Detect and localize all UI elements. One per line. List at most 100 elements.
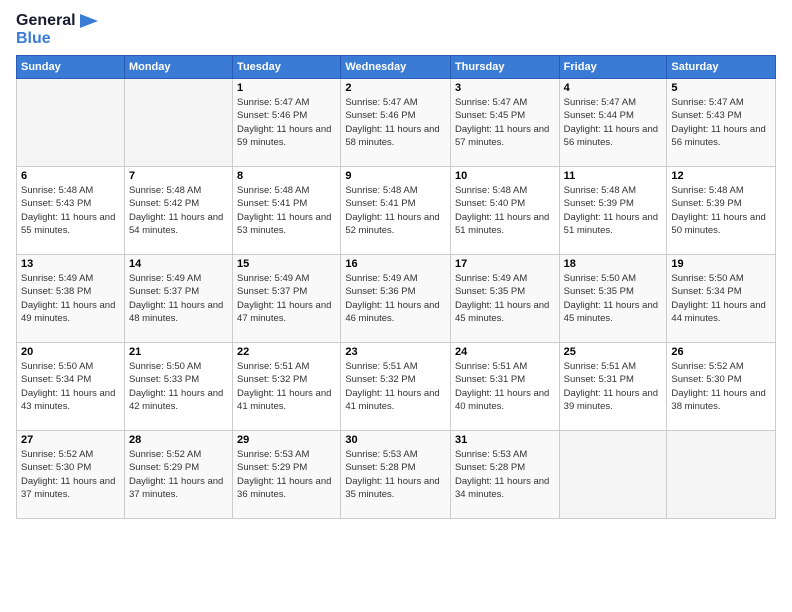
calendar-week-row: 1 Sunrise: 5:47 AMSunset: 5:46 PMDaylight… (17, 79, 776, 167)
calendar-cell: 13 Sunrise: 5:49 AMSunset: 5:38 PMDayligh… (17, 255, 125, 343)
day-number: 12 (671, 170, 771, 182)
weekday-header-tuesday: Tuesday (233, 56, 341, 79)
calendar-cell: 19 Sunrise: 5:50 AMSunset: 5:34 PMDayligh… (667, 255, 776, 343)
calendar-cell: 17 Sunrise: 5:49 AMSunset: 5:35 PMDayligh… (450, 255, 559, 343)
day-info: Sunrise: 5:49 AMSunset: 5:35 PMDaylight:… (455, 272, 555, 325)
day-number: 14 (129, 258, 228, 270)
day-info: Sunrise: 5:53 AMSunset: 5:28 PMDaylight:… (455, 448, 555, 501)
calendar-table: SundayMondayTuesdayWednesdayThursdayFrid… (16, 55, 776, 519)
day-number: 31 (455, 434, 555, 446)
calendar-cell: 11 Sunrise: 5:48 AMSunset: 5:39 PMDayligh… (559, 167, 667, 255)
day-info: Sunrise: 5:49 AMSunset: 5:38 PMDaylight:… (21, 272, 120, 325)
day-info: Sunrise: 5:48 AMSunset: 5:41 PMDaylight:… (345, 184, 446, 237)
day-info: Sunrise: 5:47 AMSunset: 5:44 PMDaylight:… (564, 96, 663, 149)
day-info: Sunrise: 5:48 AMSunset: 5:42 PMDaylight:… (129, 184, 228, 237)
calendar-cell: 4 Sunrise: 5:47 AMSunset: 5:44 PMDaylight… (559, 79, 667, 167)
day-number: 21 (129, 346, 228, 358)
day-number: 3 (455, 82, 555, 94)
day-info: Sunrise: 5:53 AMSunset: 5:29 PMDaylight:… (237, 448, 336, 501)
calendar-cell (124, 79, 232, 167)
calendar-cell: 18Sunrise: 5:50 AMSunset: 5:35 PMDayligh… (559, 255, 667, 343)
calendar-week-row: 13 Sunrise: 5:49 AMSunset: 5:38 PMDayligh… (17, 255, 776, 343)
day-info: Sunrise: 5:52 AMSunset: 5:30 PMDaylight:… (671, 360, 771, 413)
day-number: 13 (21, 258, 120, 270)
day-number: 15 (237, 258, 336, 270)
calendar-cell: 26 Sunrise: 5:52 AMSunset: 5:30 PMDayligh… (667, 343, 776, 431)
calendar-week-row: 6 Sunrise: 5:48 AMSunset: 5:43 PMDaylight… (17, 167, 776, 255)
day-info: Sunrise: 5:49 AMSunset: 5:36 PMDaylight:… (345, 272, 446, 325)
calendar-cell: 29Sunrise: 5:53 AMSunset: 5:29 PMDayligh… (233, 431, 341, 519)
day-number: 22 (237, 346, 336, 358)
day-number: 27 (21, 434, 120, 446)
day-info: Sunrise: 5:50 AMSunset: 5:34 PMDaylight:… (671, 272, 771, 325)
day-info: Sunrise: 5:53 AMSunset: 5:28 PMDaylight:… (345, 448, 446, 501)
calendar-cell: 27Sunrise: 5:52 AMSunset: 5:30 PMDayligh… (17, 431, 125, 519)
calendar-cell: 9 Sunrise: 5:48 AMSunset: 5:41 PMDaylight… (341, 167, 451, 255)
day-number: 30 (345, 434, 446, 446)
day-info: Sunrise: 5:51 AMSunset: 5:31 PMDaylight:… (564, 360, 663, 413)
calendar-header: SundayMondayTuesdayWednesdayThursdayFrid… (17, 56, 776, 79)
day-info: Sunrise: 5:51 AMSunset: 5:31 PMDaylight:… (455, 360, 555, 413)
day-number: 7 (129, 170, 228, 182)
day-info: Sunrise: 5:50 AMSunset: 5:35 PMDaylight:… (564, 272, 663, 325)
calendar-cell: 16Sunrise: 5:49 AMSunset: 5:36 PMDayligh… (341, 255, 451, 343)
day-info: Sunrise: 5:47 AMSunset: 5:43 PMDaylight:… (671, 96, 771, 149)
day-number: 10 (455, 170, 555, 182)
calendar-cell: 23Sunrise: 5:51 AMSunset: 5:32 PMDayligh… (341, 343, 451, 431)
calendar-cell: 2 Sunrise: 5:47 AMSunset: 5:46 PMDaylight… (341, 79, 451, 167)
day-info: Sunrise: 5:51 AMSunset: 5:32 PMDaylight:… (345, 360, 446, 413)
calendar-cell: 20 Sunrise: 5:50 AMSunset: 5:34 PMDayligh… (17, 343, 125, 431)
calendar-cell: 21 Sunrise: 5:50 AMSunset: 5:33 PMDayligh… (124, 343, 232, 431)
logo-text-line2: Blue (16, 30, 98, 48)
weekday-header-monday: Monday (124, 56, 232, 79)
day-number: 6 (21, 170, 120, 182)
weekday-header-thursday: Thursday (450, 56, 559, 79)
day-number: 11 (564, 170, 663, 182)
weekday-header-saturday: Saturday (667, 56, 776, 79)
weekday-header-wednesday: Wednesday (341, 56, 451, 79)
calendar-cell: 5Sunrise: 5:47 AMSunset: 5:43 PMDaylight… (667, 79, 776, 167)
day-number: 26 (671, 346, 771, 358)
calendar-cell (667, 431, 776, 519)
logo-graphic: General Blue (16, 12, 98, 47)
day-number: 2 (345, 82, 446, 94)
day-info: Sunrise: 5:50 AMSunset: 5:33 PMDaylight:… (129, 360, 228, 413)
logo: General Blue (16, 12, 98, 47)
calendar-cell: 14 Sunrise: 5:49 AMSunset: 5:37 PMDayligh… (124, 255, 232, 343)
calendar-body: 1 Sunrise: 5:47 AMSunset: 5:46 PMDaylight… (17, 79, 776, 519)
day-number: 1 (237, 82, 336, 94)
calendar-cell: 22 Sunrise: 5:51 AMSunset: 5:32 PMDayligh… (233, 343, 341, 431)
day-info: Sunrise: 5:49 AMSunset: 5:37 PMDaylight:… (237, 272, 336, 325)
calendar-cell: 8Sunrise: 5:48 AMSunset: 5:41 PMDaylight… (233, 167, 341, 255)
day-info: Sunrise: 5:52 AMSunset: 5:29 PMDaylight:… (129, 448, 228, 501)
day-number: 19 (671, 258, 771, 270)
page-header: General Blue (16, 12, 776, 47)
day-info: Sunrise: 5:48 AMSunset: 5:41 PMDaylight:… (237, 184, 336, 237)
calendar-cell: 30 Sunrise: 5:53 AMSunset: 5:28 PMDayligh… (341, 431, 451, 519)
logo-arrow-icon (80, 14, 98, 28)
day-info: Sunrise: 5:47 AMSunset: 5:46 PMDaylight:… (237, 96, 336, 149)
weekday-header-row: SundayMondayTuesdayWednesdayThursdayFrid… (17, 56, 776, 79)
day-info: Sunrise: 5:48 AMSunset: 5:40 PMDaylight:… (455, 184, 555, 237)
day-info: Sunrise: 5:47 AMSunset: 5:45 PMDaylight:… (455, 96, 555, 149)
weekday-header-friday: Friday (559, 56, 667, 79)
calendar-cell (17, 79, 125, 167)
day-number: 4 (564, 82, 663, 94)
day-info: Sunrise: 5:48 AMSunset: 5:39 PMDaylight:… (671, 184, 771, 237)
day-info: Sunrise: 5:48 AMSunset: 5:39 PMDaylight:… (564, 184, 663, 237)
day-info: Sunrise: 5:49 AMSunset: 5:37 PMDaylight:… (129, 272, 228, 325)
logo-text-line1: General (16, 12, 98, 30)
day-info: Sunrise: 5:48 AMSunset: 5:43 PMDaylight:… (21, 184, 120, 237)
day-info: Sunrise: 5:47 AMSunset: 5:46 PMDaylight:… (345, 96, 446, 149)
calendar-cell: 31 Sunrise: 5:53 AMSunset: 5:28 PMDayligh… (450, 431, 559, 519)
day-number: 20 (21, 346, 120, 358)
day-number: 17 (455, 258, 555, 270)
day-info: Sunrise: 5:51 AMSunset: 5:32 PMDaylight:… (237, 360, 336, 413)
day-number: 24 (455, 346, 555, 358)
weekday-header-sunday: Sunday (17, 56, 125, 79)
day-info: Sunrise: 5:50 AMSunset: 5:34 PMDaylight:… (21, 360, 120, 413)
calendar-cell: 6 Sunrise: 5:48 AMSunset: 5:43 PMDaylight… (17, 167, 125, 255)
calendar-cell: 3 Sunrise: 5:47 AMSunset: 5:45 PMDaylight… (450, 79, 559, 167)
calendar-cell: 1 Sunrise: 5:47 AMSunset: 5:46 PMDaylight… (233, 79, 341, 167)
day-number: 9 (345, 170, 446, 182)
